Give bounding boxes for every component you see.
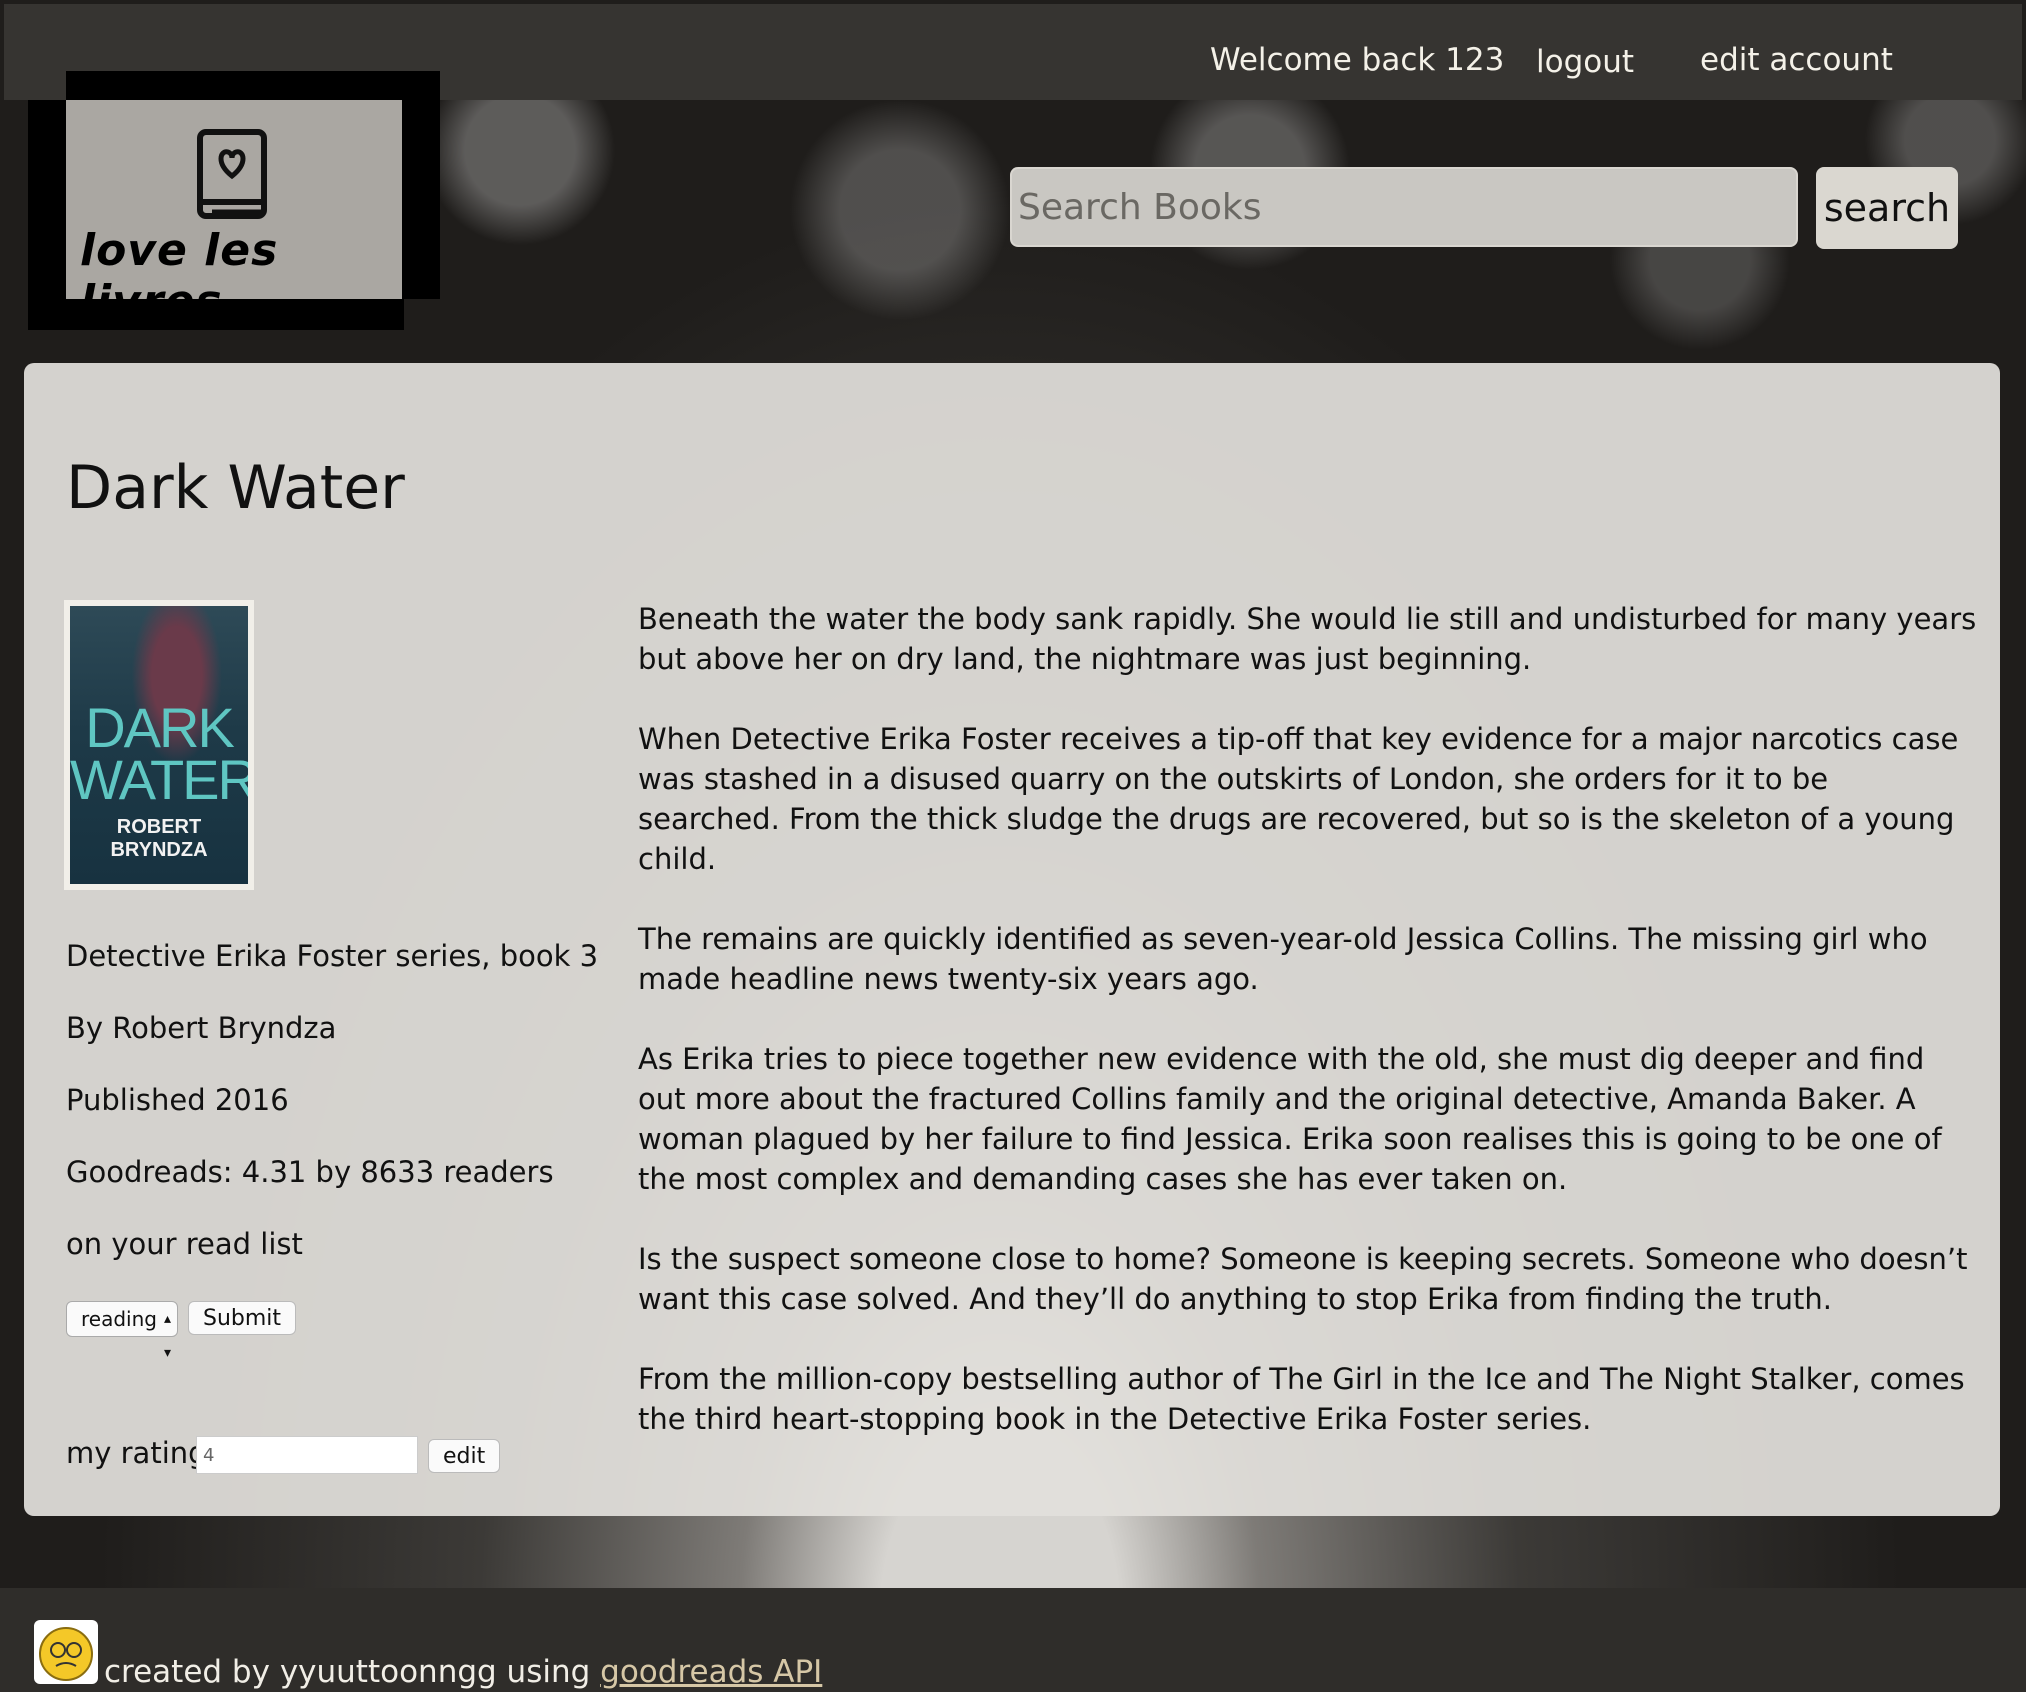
cover-title: DARK WATER: [70, 696, 248, 811]
creator-avatar: [34, 1620, 98, 1684]
select-arrows-icon: ▴ ▾: [163, 1311, 171, 1361]
book-cover: DARK WATER ROBERT BRYNDZA: [64, 600, 254, 890]
logout-link[interactable]: logout: [1536, 42, 1634, 82]
footer-text: created by yyuuttoonngg using: [104, 1654, 591, 1690]
book-heart-icon: [197, 129, 267, 219]
book-description: Beneath the water the body sank rapidly.…: [638, 599, 1978, 1479]
cover-art: DARK WATER ROBERT BRYNDZA: [70, 606, 248, 884]
my-rating-input[interactable]: [196, 1436, 418, 1474]
published-info: Published 2016: [66, 1083, 289, 1117]
search-button[interactable]: search: [1816, 167, 1958, 249]
edit-account-link[interactable]: edit account: [1700, 40, 1893, 80]
book-detail-panel: Dark Water DARK WATER ROBERT BRYNDZA Det…: [24, 363, 2000, 1516]
description-paragraph: As Erika tries to piece together new evi…: [638, 1042, 1942, 1196]
book-title: Dark Water: [66, 453, 405, 523]
my-rating-label: my rating: [66, 1436, 207, 1470]
submit-button[interactable]: Submit: [188, 1301, 297, 1335]
author-info: By Robert Bryndza: [66, 1011, 337, 1045]
goodreads-rating: Goodreads: 4.31 by 8633 readers: [66, 1155, 554, 1189]
description-paragraph: The remains are quickly identified as se…: [638, 922, 1928, 996]
cover-author: ROBERT BRYNDZA: [110, 816, 208, 861]
description-paragraph: Is the suspect someone close to home? So…: [638, 1242, 1968, 1316]
shelf-select-value: reading: [81, 1307, 157, 1331]
welcome-text: Welcome back 123: [1210, 42, 1505, 78]
description-paragraph: From the million-copy bestselling author…: [638, 1362, 1965, 1436]
edit-rating-button[interactable]: edit: [428, 1439, 501, 1473]
read-list-status: on your read list: [66, 1227, 303, 1261]
logo-panel: love les livres: [66, 100, 402, 327]
description-paragraph: Beneath the water the body sank rapidly.…: [638, 602, 1977, 676]
shelf-select[interactable]: reading ▴ ▾: [66, 1301, 178, 1361]
description-paragraph: When Detective Erika Foster receives a t…: [638, 722, 1959, 876]
footer-credit: created by yyuuttoonngg using goodreads …: [104, 1654, 822, 1690]
series-info: Detective Erika Foster series, book 3: [66, 939, 599, 973]
goodreads-api-link[interactable]: goodreads API: [600, 1654, 822, 1690]
search-input[interactable]: [1010, 167, 1798, 247]
avatar-face-icon: [39, 1627, 93, 1681]
logo-text: love les livres: [80, 225, 279, 327]
site-logo[interactable]: love les livres: [66, 71, 440, 327]
footer: created by yyuuttoonngg using goodreads …: [0, 1588, 2026, 1692]
